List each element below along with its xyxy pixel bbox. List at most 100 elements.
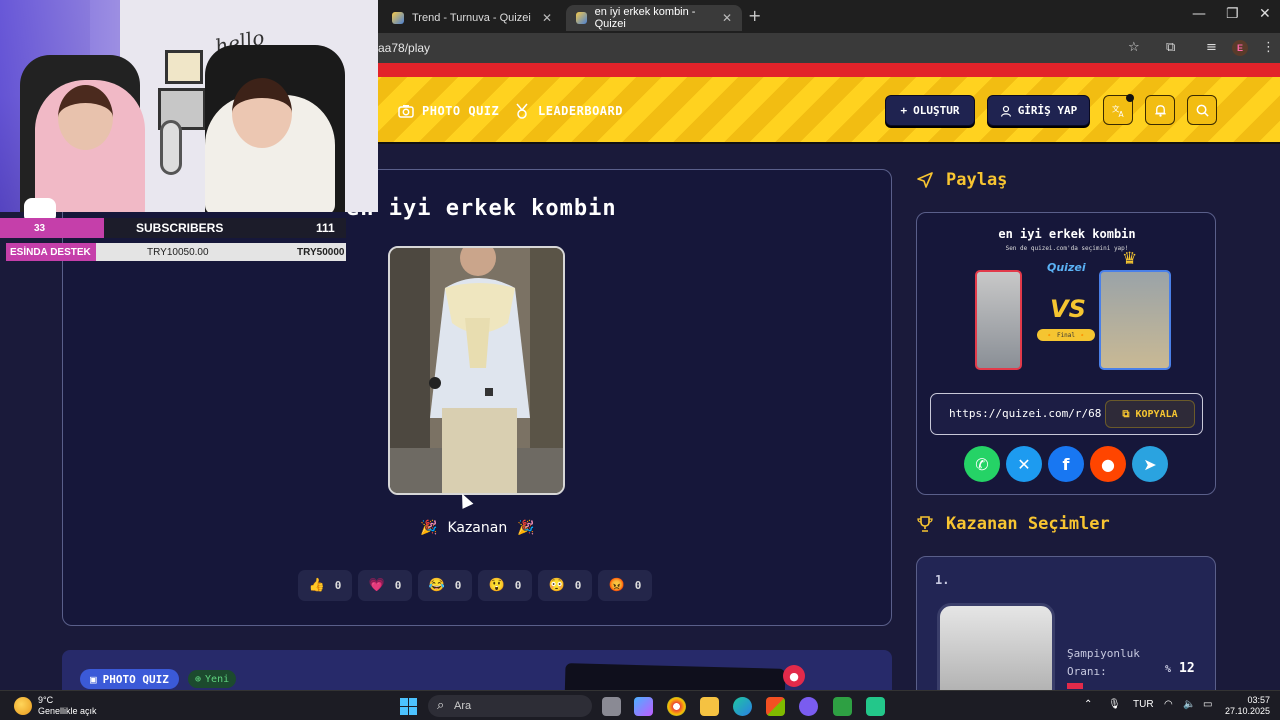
astonished-face-icon: 😲 [488, 578, 505, 593]
reddit-icon: ● [1101, 454, 1115, 474]
browser-menu-icon[interactable]: ⋮ [1262, 40, 1275, 55]
send-icon [917, 172, 933, 188]
donation-goal: TRY50000 [297, 246, 345, 258]
login-button-label: GİRİŞ YAP [1017, 104, 1078, 117]
webcam-overlay: hello [0, 0, 378, 212]
tray-chevron-icon[interactable]: ⌃ [1084, 699, 1092, 710]
reaction-love-button[interactable]: 💗 0 [358, 570, 412, 601]
winner-photo[interactable] [388, 246, 565, 495]
championship-rate-value: % 12 [1165, 661, 1195, 676]
whatsapp-icon: ✆ [975, 454, 989, 474]
bookmark-star-icon[interactable]: ☆ [1128, 40, 1140, 55]
svg-text:A: A [1118, 110, 1124, 118]
language-indicator[interactable]: TUR [1133, 699, 1154, 710]
wall-frame [165, 50, 203, 84]
quiz-title: en iyi erkek kombin [346, 196, 617, 221]
nav-leaderboard-label: LEADERBOARD [538, 104, 623, 118]
weather-temp: 9°C [38, 695, 54, 705]
copy-button[interactable]: ⧉ KOPYALA [1105, 400, 1195, 428]
tab-current[interactable]: en iyi erkek kombin - Quizei ✕ [566, 5, 742, 31]
subs-value: 111 [316, 221, 335, 235]
quizei-favicon-icon [576, 12, 587, 24]
profile-avatar[interactable]: E [1232, 40, 1248, 56]
facebook-share-button[interactable]: f [1048, 446, 1084, 482]
preview-vs: VS [1050, 295, 1086, 323]
edge-icon[interactable] [733, 697, 752, 716]
reaction-wow-button[interactable]: 😲 0 [478, 570, 532, 601]
media-controls-icon[interactable]: ≡ [1206, 40, 1217, 55]
telegram-share-button[interactable]: ➤ [1132, 446, 1168, 482]
close-tab-icon[interactable]: ✕ [722, 11, 732, 25]
app-icon[interactable] [866, 697, 885, 716]
winner-entry-card[interactable]: 1. Şampiyonluk Oranı: % 12 [916, 556, 1216, 706]
chrome-icon[interactable] [667, 697, 686, 716]
share-link-field[interactable]: https://quizei.com/r/68 [949, 407, 1101, 420]
microphone-icon[interactable]: 🎙 [1108, 699, 1121, 710]
reaction-angry-button[interactable]: 😡 0 [598, 570, 652, 601]
winner-label-row: 🎉 Kazanan 🎉 [420, 520, 535, 536]
trophy-icon [917, 516, 933, 532]
camera-icon: ▣ [90, 672, 97, 686]
search-button[interactable] [1187, 95, 1217, 125]
weather-widget[interactable]: 9°C Genellikle açık [14, 695, 97, 717]
donation-current: TRY10050.00 [147, 246, 209, 258]
preview-brand: Quizei [1047, 261, 1086, 274]
create-button[interactable]: + OLUŞTUR [885, 95, 975, 126]
share-link-row: https://quizei.com/r/68 ⧉ KOPYALA [930, 393, 1203, 435]
mascot-icon [24, 198, 56, 220]
start-button[interactable] [400, 698, 417, 715]
minimize-icon[interactable]: — [1192, 6, 1206, 22]
file-explorer-icon[interactable] [700, 697, 719, 716]
championship-label-line2: Oranı: [1067, 665, 1107, 678]
user-icon [1000, 105, 1011, 117]
reaction-like-button[interactable]: 👍 0 [298, 570, 352, 601]
app-icon[interactable] [799, 697, 818, 716]
xbox-icon[interactable] [833, 697, 852, 716]
notification-dot [1126, 94, 1134, 102]
whatsapp-share-button[interactable]: ✆ [964, 446, 1000, 482]
angry-face-icon: 😡 [608, 578, 625, 593]
percent-sign: % [1165, 664, 1172, 675]
task-view-icon[interactable] [602, 697, 621, 716]
nav-photo-quiz-label: PHOTO QUIZ [422, 104, 500, 118]
store-icon[interactable] [766, 697, 785, 716]
volume-icon[interactable]: 🔈 [1183, 699, 1195, 710]
extensions-icon[interactable]: ⧉ [1166, 40, 1175, 55]
close-window-icon[interactable]: ✕ [1259, 6, 1271, 22]
create-button-label: OLUŞTUR [913, 104, 960, 117]
crown-icon: ♛ [1122, 249, 1138, 269]
copy-icon: ⧉ [1122, 408, 1130, 420]
battery-icon[interactable]: ▭ [1203, 699, 1212, 710]
share-heading: Paylaş [916, 170, 1007, 190]
notifications-button[interactable] [1145, 95, 1175, 125]
camera-icon [398, 105, 414, 118]
party-popper-icon: 🎉 [420, 520, 438, 536]
donation-label: ESİNDA DESTEK [6, 243, 96, 261]
championship-label-line1: Şampiyonluk [1067, 647, 1140, 660]
reaction-flushed-button[interactable]: 😳 0 [538, 570, 592, 601]
nav-photo-quiz[interactable]: PHOTO QUIZ [398, 103, 499, 119]
reaction-laugh-button[interactable]: 😂 0 [418, 570, 472, 601]
winner-label: Kazanan [447, 520, 508, 536]
telegram-icon: ➤ [1143, 454, 1157, 474]
wifi-icon[interactable]: ◠ [1164, 699, 1173, 710]
new-tab-button[interactable]: + [748, 6, 761, 25]
tab-trend[interactable]: Trend - Turnuva - Quizei ✕ [382, 5, 562, 31]
copilot-icon[interactable] [634, 697, 653, 716]
tab-title: Trend - Turnuva - Quizei [412, 12, 531, 24]
login-button[interactable]: GİRİŞ YAP [987, 95, 1090, 126]
preview-image-left [975, 270, 1022, 370]
winner-rank: 1. [935, 573, 950, 587]
winners-heading: Kazanan Seçimler [916, 514, 1110, 534]
medal-icon [516, 103, 528, 119]
reddit-share-button[interactable]: ● [1090, 446, 1126, 482]
taskbar-search[interactable]: Ara [428, 695, 592, 717]
url-field[interactable]: aa78/play [378, 41, 430, 55]
heart-icon: 💗 [368, 578, 385, 593]
close-tab-icon[interactable]: ✕ [542, 11, 552, 25]
nav-leaderboard[interactable]: LEADERBOARD [514, 103, 623, 119]
restore-icon[interactable]: ❐ [1226, 6, 1239, 22]
championship-rate-number: 12 [1179, 661, 1195, 676]
taskbar-clock[interactable]: 03:57 27.10.2025 [1225, 695, 1270, 717]
x-share-button[interactable]: ✕ [1006, 446, 1042, 482]
